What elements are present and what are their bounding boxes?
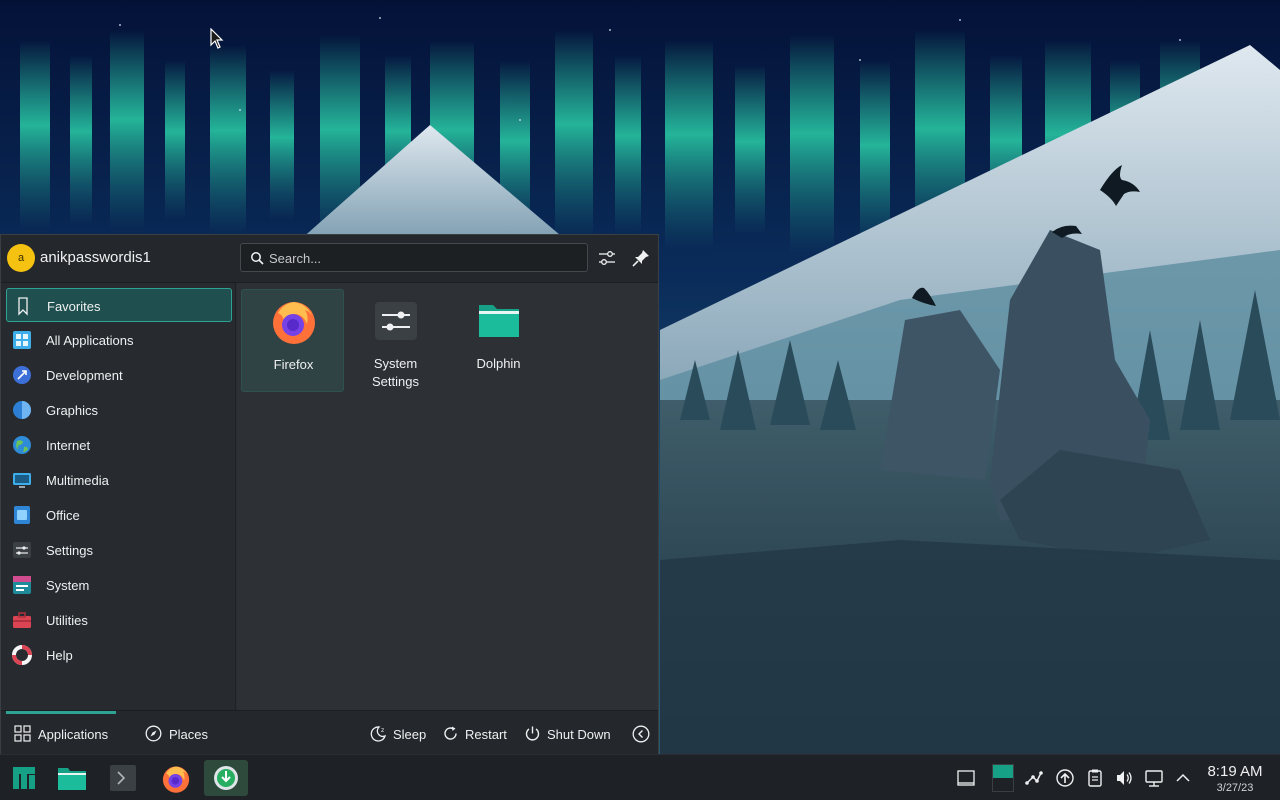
app-system-settings[interactable]: System Settings bbox=[344, 289, 447, 392]
category-sidebar: Favorites All Applications Development G… bbox=[1, 283, 236, 710]
bookmark-icon bbox=[18, 297, 28, 316]
system-settings-icon bbox=[375, 302, 417, 340]
configure-sliders-icon[interactable] bbox=[596, 247, 618, 269]
category-label: Multimedia bbox=[46, 473, 109, 488]
clock-date: 3/27/23 bbox=[1216, 782, 1254, 794]
search-input[interactable] bbox=[269, 248, 579, 268]
compass-icon bbox=[145, 725, 162, 742]
help-lifebuoy-icon bbox=[12, 645, 32, 665]
chevron-left-circle-icon[interactable] bbox=[632, 725, 650, 743]
category-system[interactable]: System bbox=[6, 568, 232, 602]
category-label: All Applications bbox=[46, 333, 134, 348]
development-icon bbox=[13, 366, 31, 384]
app-label: Dolphin bbox=[476, 356, 521, 371]
category-development[interactable]: Development bbox=[6, 358, 232, 392]
taskbar: 8:19 AM 3/27/23 bbox=[0, 754, 1280, 800]
app-firefox[interactable]: Firefox bbox=[241, 289, 344, 392]
shut-down-button[interactable]: Shut Down bbox=[524, 711, 619, 756]
category-utilities[interactable]: Utilities bbox=[6, 603, 232, 637]
category-favorites[interactable]: Favorites bbox=[6, 288, 232, 322]
category-internet[interactable]: Internet bbox=[6, 428, 232, 462]
app-label: System Settings bbox=[344, 355, 447, 391]
launcher-footer: Applications Places z Sleep Restart Shut… bbox=[1, 710, 658, 755]
clipboard-icon[interactable] bbox=[1085, 768, 1105, 788]
app-label: Firefox bbox=[273, 357, 314, 372]
terminal-icon bbox=[110, 765, 136, 791]
dolphin-folder-icon bbox=[479, 305, 519, 337]
category-graphics[interactable]: Graphics bbox=[6, 393, 232, 427]
category-label: Graphics bbox=[46, 403, 99, 418]
sleep-label: Sleep bbox=[393, 727, 427, 742]
restart-label: Restart bbox=[465, 727, 507, 742]
restart-button[interactable]: Restart bbox=[442, 711, 514, 756]
manjaro-logo-icon bbox=[13, 767, 35, 789]
category-label: Utilities bbox=[46, 613, 88, 628]
category-label: Development bbox=[46, 368, 123, 383]
app-dolphin[interactable]: Dolphin bbox=[447, 289, 550, 392]
applications-grid-icon bbox=[14, 725, 31, 742]
category-label: Help bbox=[46, 648, 73, 663]
utilities-toolbox-icon bbox=[13, 612, 31, 628]
system-icon bbox=[13, 576, 31, 594]
launcher-header: a anikpasswordis1 bbox=[1, 235, 658, 283]
category-office[interactable]: Office bbox=[6, 498, 232, 532]
volume-icon[interactable] bbox=[1114, 768, 1134, 788]
multimedia-icon bbox=[13, 473, 31, 488]
firefox-icon bbox=[273, 302, 315, 344]
download-icon bbox=[214, 766, 238, 790]
pin-icon[interactable] bbox=[630, 247, 652, 269]
category-settings[interactable]: Settings bbox=[6, 533, 232, 567]
search-box[interactable] bbox=[240, 243, 588, 272]
folder-icon bbox=[58, 768, 86, 790]
category-label: Settings bbox=[46, 543, 93, 558]
application-launcher: a anikpasswordis1 Favorites bbox=[0, 234, 659, 755]
mouse-cursor-icon bbox=[210, 28, 224, 49]
search-icon bbox=[251, 252, 264, 265]
app-label-line1: System bbox=[373, 356, 418, 371]
pager-icon[interactable] bbox=[992, 764, 1014, 792]
network-share-icon[interactable] bbox=[1024, 768, 1044, 788]
network-wired-icon[interactable] bbox=[1144, 768, 1164, 788]
category-label: Internet bbox=[46, 438, 91, 453]
tab-applications[interactable]: Applications bbox=[6, 711, 116, 756]
svg-text:z: z bbox=[381, 727, 384, 734]
tab-label: Applications bbox=[38, 727, 109, 742]
favorites-grid: Firefox System Settings Dolphin bbox=[237, 283, 658, 710]
taskbar-dolphin[interactable] bbox=[49, 760, 93, 796]
show-desktop-icon[interactable] bbox=[956, 768, 976, 788]
category-label: System bbox=[46, 578, 90, 593]
graphics-icon bbox=[13, 401, 31, 419]
grid-apps-icon bbox=[13, 331, 31, 349]
firefox-icon bbox=[162, 766, 190, 793]
power-icon bbox=[525, 726, 540, 741]
category-all-applications[interactable]: All Applications bbox=[6, 323, 232, 357]
username: anikpasswordis1 bbox=[40, 249, 151, 266]
user-avatar[interactable]: a bbox=[7, 244, 35, 272]
restart-icon bbox=[444, 726, 457, 740]
updates-icon[interactable] bbox=[1055, 768, 1075, 788]
expand-tray-icon[interactable] bbox=[1173, 768, 1193, 788]
internet-globe-icon bbox=[13, 436, 31, 454]
tab-label: Places bbox=[169, 727, 209, 742]
office-icon bbox=[14, 506, 30, 524]
taskbar-konsole[interactable] bbox=[101, 760, 145, 796]
taskbar-manjaro-launcher[interactable] bbox=[2, 760, 46, 796]
tab-places[interactable]: Places bbox=[137, 711, 217, 756]
category-label: Favorites bbox=[47, 299, 101, 314]
category-help[interactable]: Help bbox=[6, 638, 232, 672]
shut-down-label: Shut Down bbox=[547, 727, 611, 742]
clock-time[interactable]: 8:19 AM bbox=[1202, 763, 1268, 780]
taskbar-firefox[interactable] bbox=[153, 760, 197, 796]
category-multimedia[interactable]: Multimedia bbox=[6, 463, 232, 497]
sleep-icon: z bbox=[370, 726, 387, 742]
sleep-button[interactable]: z Sleep bbox=[370, 711, 430, 756]
category-label: Office bbox=[46, 508, 80, 523]
settings-icon bbox=[13, 542, 31, 558]
taskbar-installer[interactable] bbox=[204, 760, 248, 796]
app-label-line2: Settings bbox=[372, 374, 419, 389]
